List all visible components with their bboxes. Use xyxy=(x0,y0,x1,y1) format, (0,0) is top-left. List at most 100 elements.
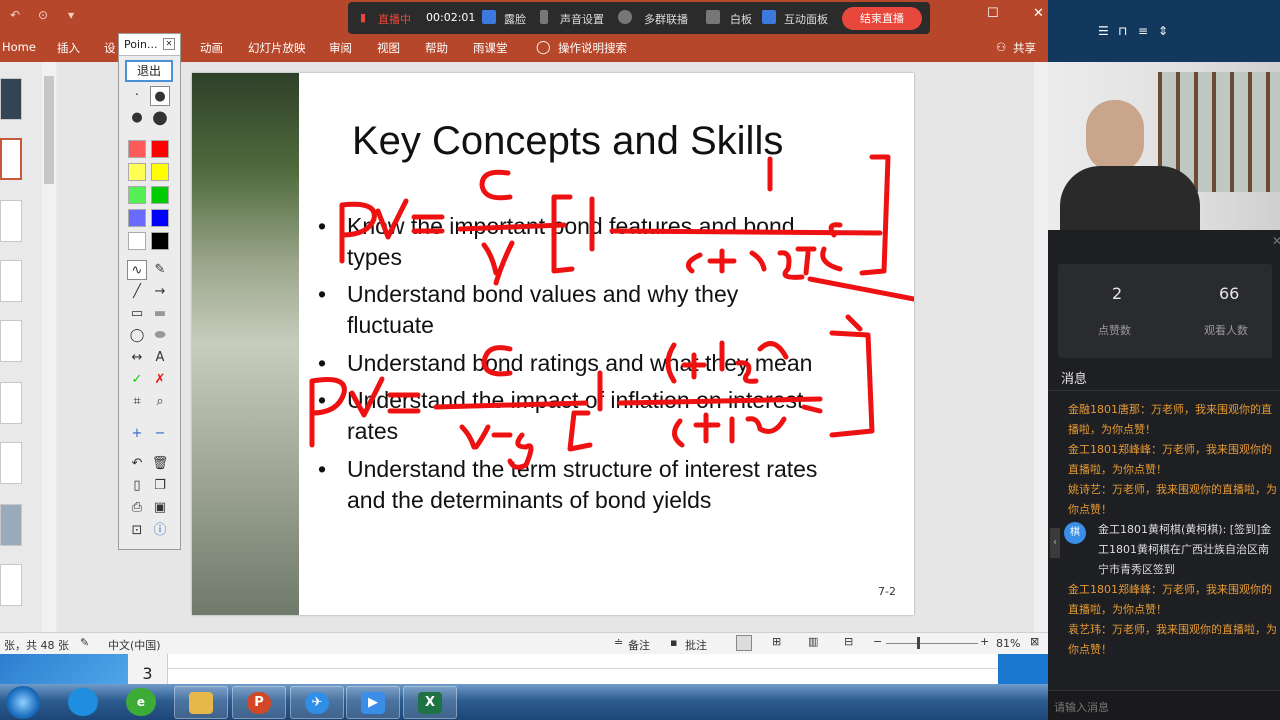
fit-slide-icon[interactable]: ⊠ xyxy=(1030,635,1039,648)
list-icon[interactable]: ☰ xyxy=(1098,24,1109,38)
tab-help[interactable]: 帮助 xyxy=(425,40,448,56)
normal-view-icon[interactable] xyxy=(736,635,752,651)
menu-icon[interactable]: ≡ xyxy=(1138,24,1148,38)
file-explorer-app[interactable] xyxy=(174,686,228,719)
check-icon[interactable]: ✓ xyxy=(127,370,147,390)
save-icon[interactable]: ▣ xyxy=(150,498,170,518)
redo-icon[interactable]: ↶ xyxy=(10,8,20,22)
color-swatch[interactable] xyxy=(151,232,169,250)
slide-thumbnail[interactable] xyxy=(0,564,22,606)
text-icon[interactable]: A xyxy=(150,348,170,368)
excel-app[interactable]: X xyxy=(403,686,457,719)
arrow-icon[interactable]: → xyxy=(150,282,170,302)
eraser-icon[interactable]: ✎ xyxy=(150,260,170,280)
new-page-icon[interactable]: ▯ xyxy=(127,476,147,496)
tell-me-search[interactable]: 操作说明搜索 xyxy=(558,40,627,56)
slideshow-icon[interactable]: ⊙ xyxy=(38,8,48,22)
maximize-icon[interactable]: ☐ xyxy=(987,6,999,21)
slideshow-view-icon[interactable]: ⊟ xyxy=(844,635,853,648)
color-swatch[interactable] xyxy=(151,209,169,227)
start-button[interactable] xyxy=(6,686,40,719)
copy-icon[interactable]: ❐ xyxy=(150,476,170,496)
audio-settings-button[interactable]: 声音设置 xyxy=(560,11,604,27)
slide-thumbnail[interactable] xyxy=(0,382,22,424)
slide-thumbnail[interactable] xyxy=(0,504,22,546)
expand-icon[interactable]: ⇕ xyxy=(1158,24,1168,38)
show-face-button[interactable]: 露脸 xyxy=(504,11,526,27)
print-icon[interactable]: ⎙ xyxy=(127,498,147,518)
slide-thumbnail[interactable] xyxy=(0,78,22,120)
color-swatch[interactable] xyxy=(151,163,169,181)
customize-quick-access-icon[interactable]: ▾ xyxy=(68,8,74,22)
tab-view[interactable]: 视图 xyxy=(377,40,400,56)
slide-thumbnail[interactable] xyxy=(0,200,22,242)
large-dot-icon[interactable]: ● xyxy=(127,108,147,128)
cross-icon[interactable]: ✗ xyxy=(150,370,170,390)
color-swatch[interactable] xyxy=(128,140,146,158)
notes-button[interactable]: 备注 xyxy=(628,637,650,653)
end-live-button[interactable]: 结束直播 xyxy=(842,7,922,30)
tab-slideshow[interactable]: 幻灯片放映 xyxy=(248,40,306,56)
multi-group-button[interactable]: 多群联播 xyxy=(644,11,688,27)
color-swatch[interactable] xyxy=(128,186,146,204)
close-panel-icon[interactable]: ✕ xyxy=(1272,234,1280,248)
tab-rain-classroom[interactable]: 雨课堂 xyxy=(473,40,508,56)
reading-view-icon[interactable]: ▥ xyxy=(808,635,818,648)
zoom-level[interactable]: 81% xyxy=(996,637,1020,650)
tab-insert[interactable]: 插入 xyxy=(57,40,80,56)
tab-review[interactable]: 审阅 xyxy=(329,40,352,56)
messenger-app[interactable]: ✈ xyxy=(290,686,344,719)
live-app[interactable]: ▶ xyxy=(346,686,400,719)
color-swatch[interactable] xyxy=(151,140,169,158)
tab-home[interactable]: Home xyxy=(2,40,36,54)
zoom-in-icon[interactable]: + xyxy=(980,635,989,648)
thumbnail-scrollbar[interactable] xyxy=(42,62,56,632)
plus-icon[interactable]: + xyxy=(127,424,147,444)
browser-icon[interactable]: e xyxy=(126,688,156,716)
lock-icon[interactable]: ⊓ xyxy=(1118,24,1127,38)
medium-dot-icon[interactable]: ● xyxy=(150,86,170,106)
collapse-arrow-icon[interactable]: ‹ xyxy=(1050,528,1060,558)
zoom-slider-thumb[interactable] xyxy=(917,637,920,649)
screenshot-icon[interactable]: ⊡ xyxy=(127,521,147,541)
scroll-thumb[interactable] xyxy=(44,76,54,184)
editor-scrollbar[interactable] xyxy=(1034,62,1048,632)
undo-icon[interactable]: ↶ xyxy=(127,454,147,474)
color-swatch[interactable] xyxy=(128,232,146,250)
ellipse-icon[interactable]: ◯ xyxy=(127,326,147,346)
color-swatch[interactable] xyxy=(128,163,146,181)
comments-button[interactable]: 批注 xyxy=(685,637,707,653)
color-swatch[interactable] xyxy=(128,209,146,227)
slide-thumbnail[interactable] xyxy=(0,260,22,302)
powerpoint-app[interactable]: P xyxy=(232,686,286,719)
info-icon[interactable]: ⓘ xyxy=(150,521,170,541)
tab-animation[interactable]: 动画 xyxy=(200,40,223,56)
share-button[interactable]: 共享 xyxy=(1013,40,1036,56)
rectangle-icon[interactable]: ▭ xyxy=(127,304,147,324)
color-swatch[interactable] xyxy=(151,186,169,204)
interaction-panel-button[interactable]: 互动面板 xyxy=(784,11,828,27)
slide-thumbnail[interactable] xyxy=(0,442,22,484)
filled-rectangle-icon[interactable]: ▬ xyxy=(150,304,170,324)
small-dot-icon[interactable]: · xyxy=(127,86,147,106)
language-status[interactable]: 中文(中国) xyxy=(108,637,161,653)
slide-sorter-icon[interactable]: ⊞ xyxy=(772,635,781,648)
xlarge-dot-icon[interactable]: ● xyxy=(150,108,170,128)
tab-design[interactable]: 设 xyxy=(104,40,116,56)
double-arrow-icon[interactable]: ↔ xyxy=(127,348,147,368)
filled-ellipse-icon[interactable]: ⬬ xyxy=(150,326,170,346)
message-input[interactable]: 请输入消息 xyxy=(1054,699,1109,715)
freehand-pen-icon[interactable]: ∿ xyxy=(127,260,147,280)
crop-icon[interactable]: ⌗ xyxy=(127,392,147,412)
zoom-slider[interactable] xyxy=(886,643,978,644)
zoom-icon[interactable]: ⌕ xyxy=(150,392,170,412)
slide-thumbnail-selected[interactable] xyxy=(0,138,22,180)
exit-button[interactable]: 退出 xyxy=(125,60,173,82)
trash-icon[interactable]: 🗑 xyxy=(150,454,170,474)
minus-icon[interactable]: − xyxy=(150,424,170,444)
close-icon[interactable]: ✕ xyxy=(163,38,175,50)
edge-icon[interactable] xyxy=(68,688,98,716)
close-icon[interactable]: ✕ xyxy=(1033,6,1044,21)
zoom-out-icon[interactable]: − xyxy=(873,635,882,648)
line-icon[interactable]: ╱ xyxy=(127,282,147,302)
